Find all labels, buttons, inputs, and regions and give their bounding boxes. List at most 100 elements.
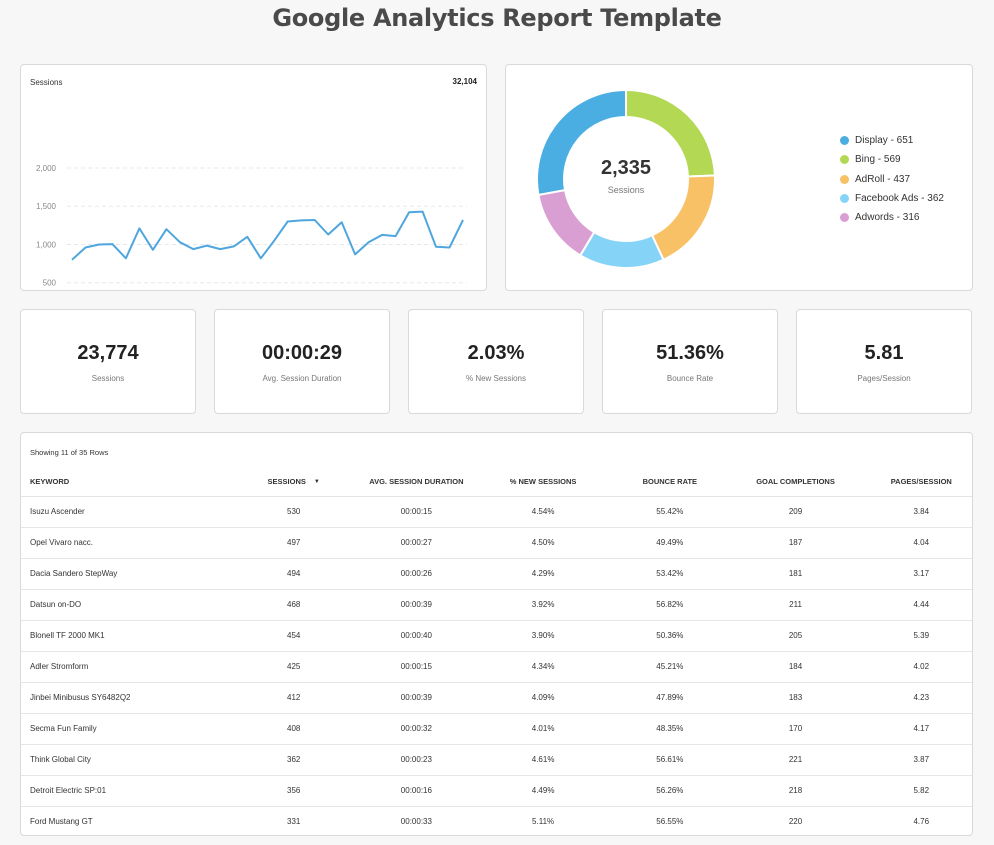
column-header-new-sessions[interactable]: % NEW SESSIONS — [467, 468, 620, 497]
table-cell: 45.21% — [619, 651, 721, 683]
table-header-row: KEYWORD SESSIONS ▼ AVG. SESSION DURATION … — [21, 468, 972, 497]
donut-legend: Display - 651 Bing - 569 AdRoll - 437 Fa… — [840, 131, 944, 227]
legend-dot — [840, 155, 849, 165]
sort-desc-icon[interactable]: ▼ — [314, 479, 320, 485]
table-cell: 412 — [221, 682, 366, 714]
table-cell: 184 — [720, 651, 871, 683]
table-cell: 50.36% — [619, 620, 721, 652]
table-cell: 00:00:32 — [365, 713, 468, 745]
table-cell: 48.35% — [619, 713, 721, 745]
table-row[interactable]: Secma Fun Family 408 00:00:32 4.01% 48.35% 17… — [21, 713, 972, 745]
column-header-pages-session[interactable]: PAGES/SESSION — [870, 468, 972, 497]
legend-item-adwords[interactable]: Adwords - 316 — [840, 208, 944, 227]
table-cell: 209 — [720, 496, 871, 528]
sessions-chart-card: Sessions 32,104 5001,0001,5002,00025 Nov… — [20, 64, 487, 291]
table-cell: Dacia Sandero StepWay — [21, 558, 222, 590]
table-row[interactable]: Blonell TF 2000 MK1 454 00:00:40 3.90% 50.36… — [21, 620, 972, 652]
table-cell: 356 — [221, 775, 366, 807]
table-cell: 00:00:33 — [400, 817, 432, 827]
y-tick-label: 500 — [43, 279, 57, 288]
traffic-source-donut-card: 2,335 Sessions Display - 651 Bing - 569 … — [505, 64, 973, 291]
table-cell: 56.61% — [619, 744, 721, 776]
page-title: Google Analytics Report Template — [272, 4, 722, 32]
table-cell: 49.49% — [619, 527, 721, 559]
table-cell: 5.82 — [870, 775, 972, 807]
legend-label: Bing - 569 — [855, 154, 901, 166]
table-cell: 181 — [720, 558, 871, 590]
column-header-sessions[interactable]: SESSIONS ▼ — [221, 468, 366, 497]
legend-item-bing[interactable]: Bing - 569 — [840, 150, 944, 169]
legend-dot — [840, 213, 849, 223]
table-cell: 3.87 — [870, 744, 972, 776]
table-row[interactable]: Ford Mustang GT 331 00:00:33 5.11% 56.55% 220… — [21, 806, 972, 837]
table-cell: Blonell TF 2000 MK1 — [21, 620, 222, 652]
column-header-keyword[interactable]: KEYWORD — [21, 468, 222, 497]
legend-label: AdRoll - 437 — [855, 173, 911, 185]
table-cell: 454 — [221, 620, 366, 652]
table-cell: 55.42% — [619, 496, 721, 528]
table-cell: Jinbei Minibusus SY6482Q2 — [21, 682, 222, 714]
legend-item-display[interactable]: Display - 651 — [840, 131, 944, 150]
table-cell: 00:00:40 — [365, 620, 468, 652]
table-cell: 221 — [720, 744, 871, 776]
table-cell: 187 — [720, 527, 871, 559]
donut-center-value: 2,335 — [600, 157, 652, 179]
legend-item-facebook-ads[interactable]: Facebook Ads - 362 — [840, 189, 944, 208]
table-cell: 4.49% — [467, 775, 620, 807]
table-row[interactable]: Datsun on-DO 468 00:00:39 3.92% 56.82% 211 4.4… — [21, 589, 972, 621]
table-cell: 47.89% — [619, 682, 721, 714]
table-cell: 3.17 — [870, 558, 972, 590]
table-row[interactable]: Opel Vivaro nacc. 497 00:00:27 4.50% 49.49% 1… — [21, 527, 972, 559]
table-cell: 331 — [287, 817, 301, 827]
table-row[interactable]: Adler Stromform 425 00:00:15 4.34% 45.21% 184… — [21, 651, 972, 683]
column-header-bounce-rate[interactable]: BOUNCE RATE — [619, 468, 721, 497]
kpi-card-sessions: 23,774 Sessions — [20, 309, 196, 414]
table-cell: 4.34% — [467, 651, 620, 683]
y-tick-label: 1,500 — [36, 202, 57, 211]
table-cell: 530 — [221, 496, 366, 528]
table-cell: 3.92% — [467, 589, 620, 621]
kpi-card-pages-session: 5.81 Pages/Session — [796, 309, 972, 414]
donut-slice-facebook-ads[interactable] — [578, 230, 665, 269]
legend-label: Facebook Ads - 362 — [855, 193, 944, 205]
table-cell: 4.29% — [467, 558, 620, 590]
table-cell: 4.61% — [467, 744, 620, 776]
table-cell: 4.44 — [870, 589, 972, 621]
table-cell: 211 — [720, 589, 871, 621]
table-cell: 5.11% — [532, 817, 555, 827]
kpi-label: Bounce Rate — [666, 374, 714, 383]
kpi-card-bounce-rate: 51.36% Bounce Rate — [602, 309, 778, 414]
table-cell: 408 — [221, 713, 366, 745]
table-cell: 53.42% — [619, 558, 721, 590]
donut-slice-adwords[interactable] — [537, 188, 596, 257]
table-cell: Think Global City — [21, 744, 222, 776]
kpi-value: 5.81 — [864, 342, 904, 364]
table-cell: 00:00:39 — [365, 682, 468, 714]
table-cell: Adler Stromform — [21, 651, 222, 683]
table-cell: 00:00:15 — [365, 651, 468, 683]
donut-center-label: Sessions — [607, 185, 645, 195]
table-cell: 4.09% — [467, 682, 620, 714]
table-row[interactable]: Detroit Electric SP:01 356 00:00:16 4.49% 56… — [21, 775, 972, 807]
legend-label: Display - 651 — [855, 135, 914, 147]
y-tick-label: 2,000 — [36, 164, 57, 173]
legend-item-adroll[interactable]: AdRoll - 437 — [840, 170, 944, 189]
table-row[interactable]: Jinbei Minibusus SY6482Q2 412 00:00:39 4.09… — [21, 682, 972, 714]
keyword-table: KEYWORD SESSIONS ▼ AVG. SESSION DURATION … — [21, 468, 972, 837]
table-cell: 170 — [720, 713, 871, 745]
table-cell: 4.54% — [467, 496, 620, 528]
table-row[interactable]: Dacia Sandero StepWay 494 00:00:26 4.29% 53.… — [21, 558, 972, 590]
kpi-card-new-sessions: 2.03% % New Sessions — [408, 309, 584, 414]
table-cell: 183 — [720, 682, 871, 714]
column-header-goal-completions[interactable]: GOAL COMPLETIONS — [720, 468, 871, 497]
kpi-value: 2.03% — [467, 342, 525, 364]
table-cell: 218 — [720, 775, 871, 807]
sessions-line-chart: 5001,0001,5002,00025 Nov2 Dec9 Dec16 Dec — [36, 164, 467, 288]
table-cell: 56.82% — [619, 589, 721, 621]
table-cell: 362 — [221, 744, 366, 776]
table-row[interactable]: Isuzu Ascender 530 00:00:15 4.54% 55.42% 209 3… — [21, 496, 972, 528]
column-header-avg-session-duration[interactable]: AVG. SESSION DURATION — [365, 468, 468, 497]
table-row[interactable]: Think Global City 362 00:00:23 4.61% 56.61% 2… — [21, 744, 972, 776]
table-cell: 4.50% — [467, 527, 620, 559]
table-cell: Detroit Electric SP:01 — [21, 775, 222, 807]
